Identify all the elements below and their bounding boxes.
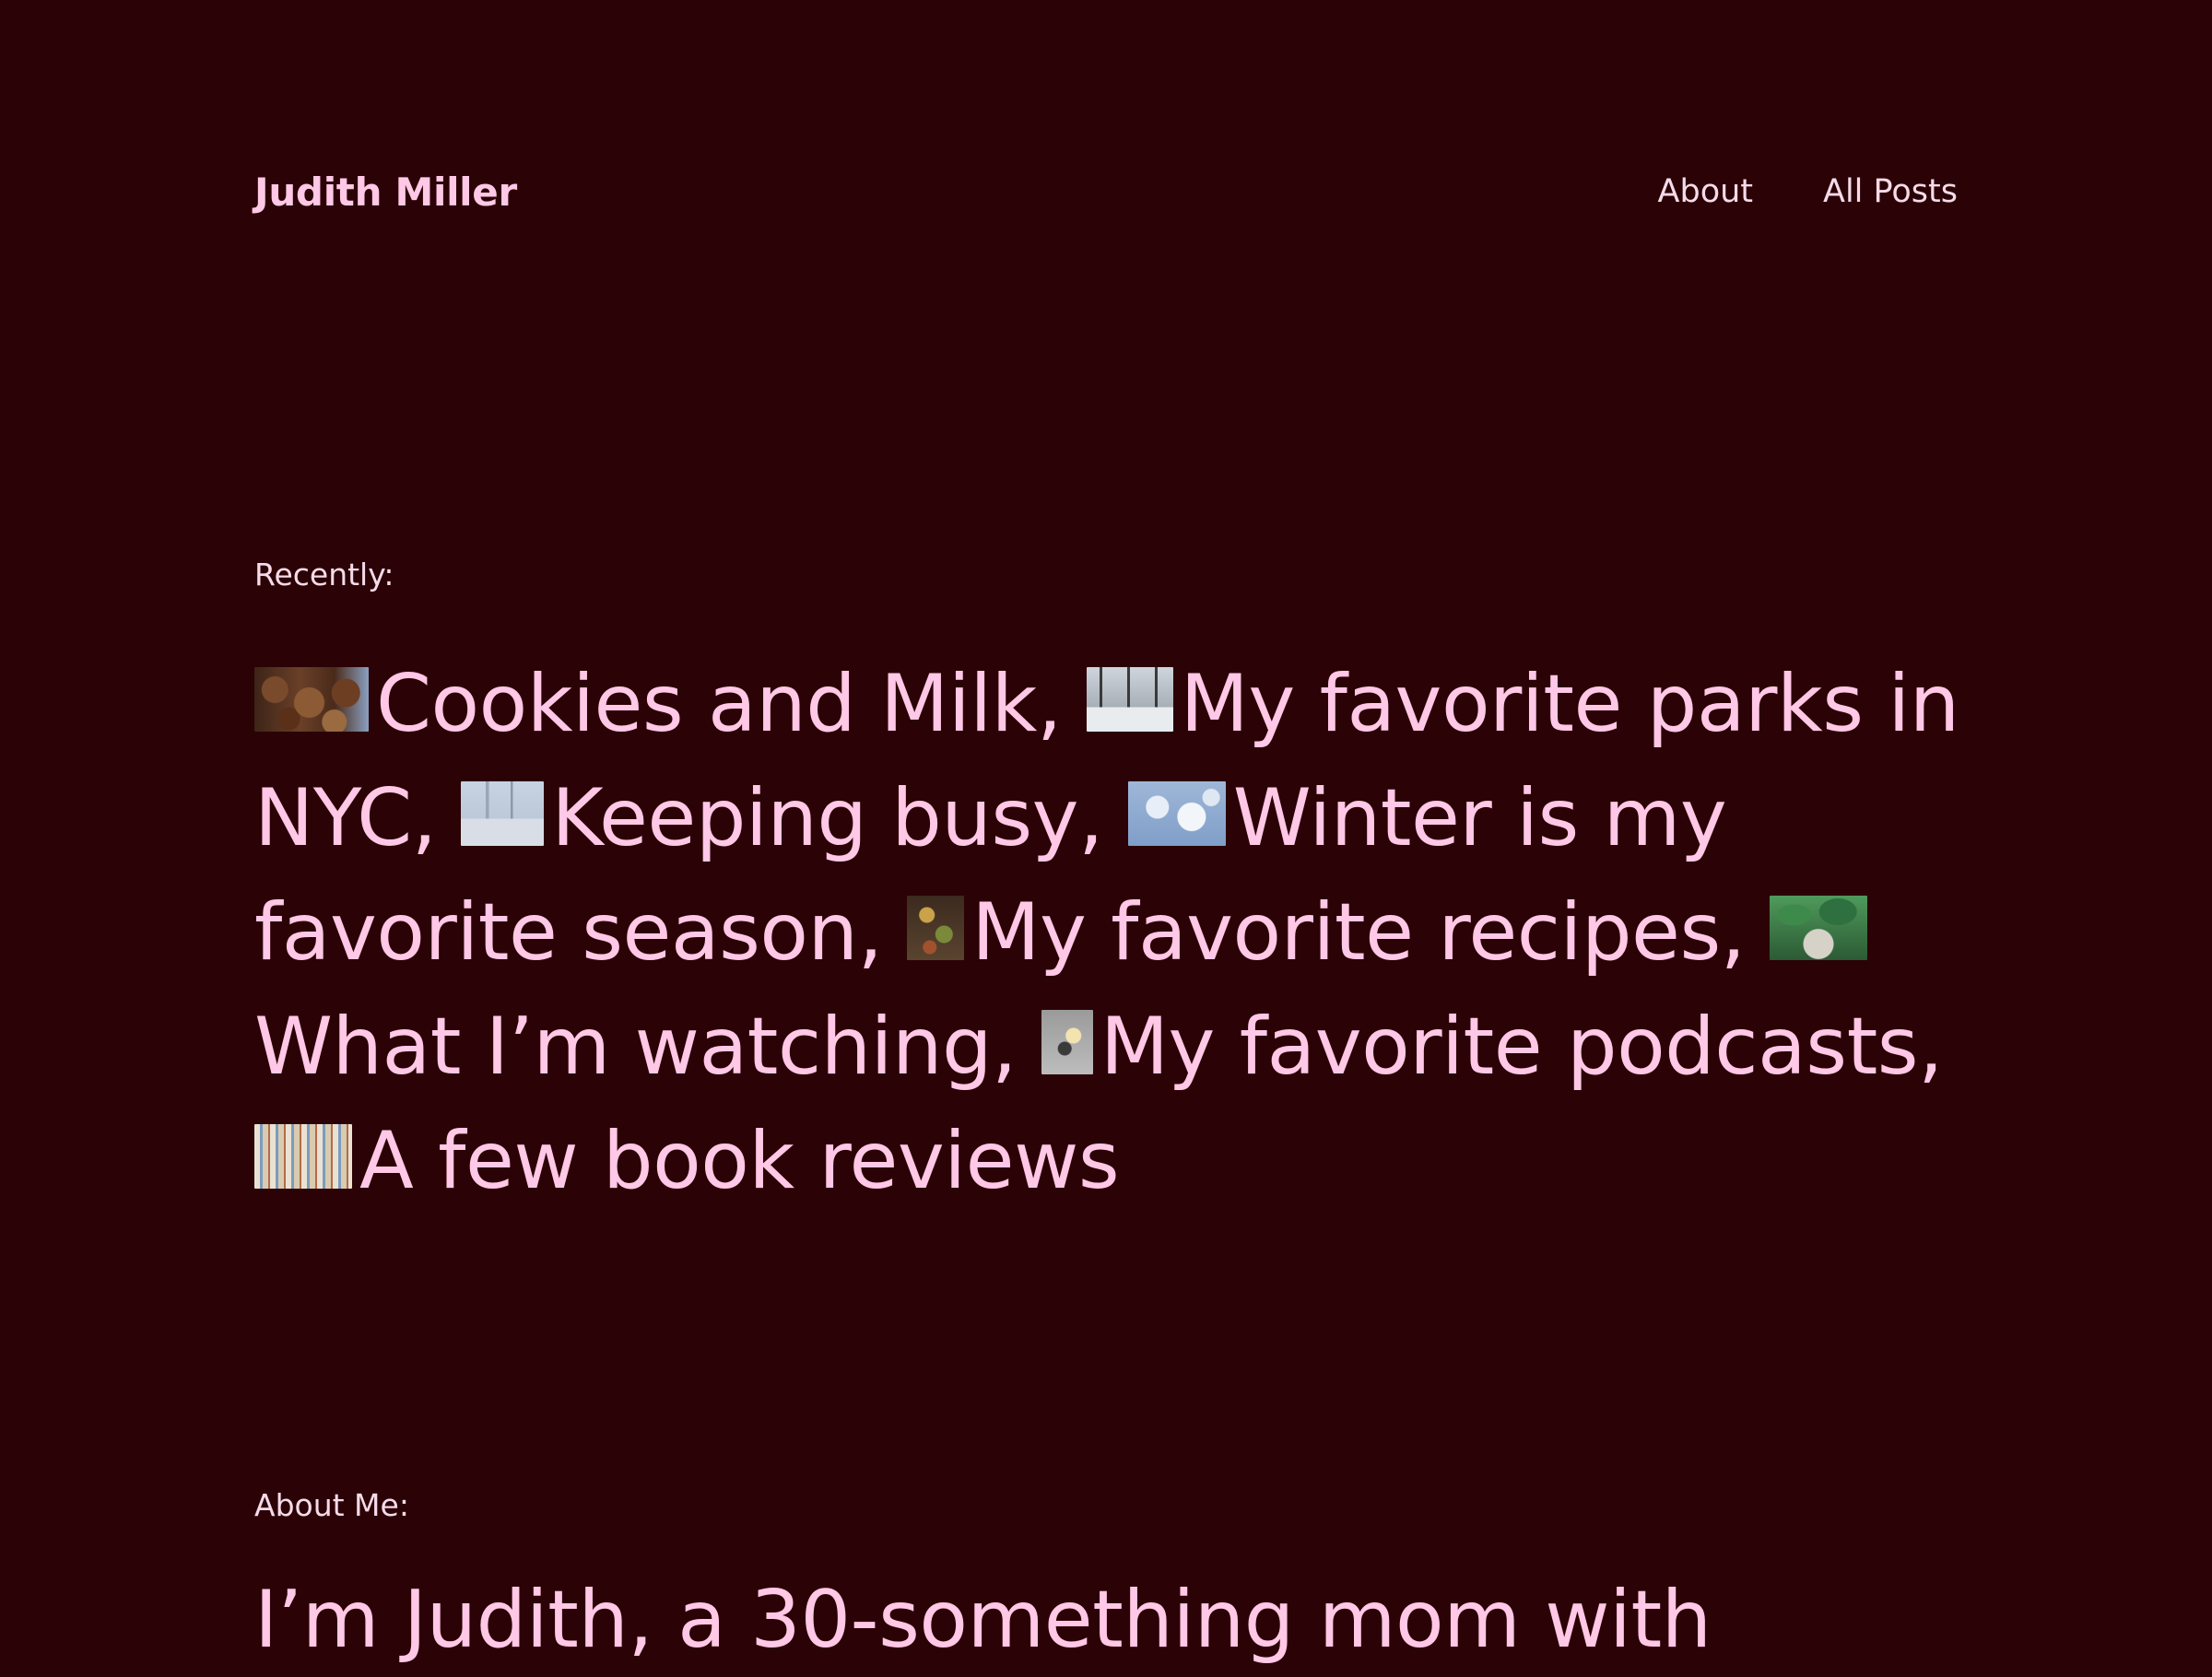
nav-link-all-posts[interactable]: All Posts [1823,173,1958,210]
post-title: A few book reviews [359,1115,1120,1207]
post-link-book-reviews[interactable]: A few book reviews [254,1115,1120,1207]
post-title: My favorite podcasts [1100,1001,1919,1093]
post-link-favorite-recipes[interactable]: My favorite recipes [907,886,1721,979]
about-me-text: I’m Judith, a 30-something mom with [254,1574,1712,1666]
winter-city-thumbnail [461,781,545,846]
post-link-keeping-busy[interactable]: Keeping busy [461,772,1079,864]
snow-thumbnail [1127,781,1226,846]
cookies-thumbnail [254,667,369,732]
main-nav: About All Posts [1658,173,1958,210]
separator: , [1036,658,1062,750]
post-link-favorite-podcasts[interactable]: My favorite podcasts [1041,1001,1919,1093]
site-header: Judith Miller About All Posts [254,162,1958,227]
food-thumbnail [907,896,965,960]
separator: , [1918,1001,1943,1093]
coffee-thumbnail [1041,1010,1093,1074]
post-title: What I’m watching [254,1001,993,1093]
post-title: My favorite recipes [971,886,1721,979]
about-me-label: About Me: [254,1487,409,1523]
separator: , [411,772,437,864]
site-title[interactable]: Judith Miller [254,170,517,215]
post-link-cookies-and-milk[interactable]: Cookies and Milk [254,658,1037,750]
post-title: Keeping busy [551,772,1079,864]
recent-posts-list: Cookies and Milk, My favorite parks in N… [254,647,1969,1218]
separator: , [1720,886,1746,979]
separator: , [857,886,883,979]
snowy-park-thumbnail [1086,667,1173,732]
post-title: Cookies and Milk [376,658,1037,750]
nav-link-about[interactable]: About [1658,173,1753,210]
separator: , [1078,772,1103,864]
books-thumbnail [254,1124,352,1189]
separator: , [992,1001,1017,1093]
recently-label: Recently: [254,557,394,592]
plants-thumbnail [1770,896,1868,960]
